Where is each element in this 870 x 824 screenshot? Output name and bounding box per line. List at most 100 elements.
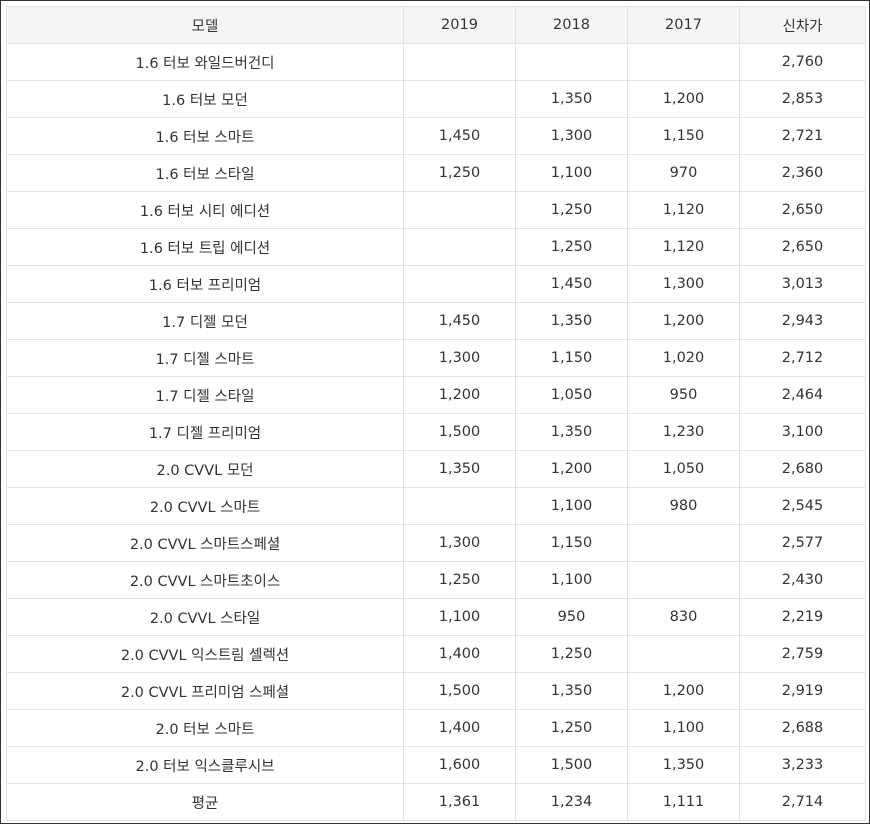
table-row: 1.7 디젤 스타일 1,200 1,050 950 2,464 <box>6 376 866 414</box>
cell-model: 1.7 디젤 프리미엄 <box>6 413 404 451</box>
table-row: 2.0 CVVL 익스트림 셀렉션 1,400 1,250 2,759 <box>6 635 866 673</box>
cell-2018: 1,250 <box>515 191 628 229</box>
cell-2019 <box>403 487 516 525</box>
cell-new-car-price: 2,650 <box>739 191 866 229</box>
cell-new-car-price: 2,760 <box>739 43 866 81</box>
cell-model: 1.7 디젤 스마트 <box>6 339 404 377</box>
cell-2018: 1,300 <box>515 117 628 155</box>
cell-2017: 1,350 <box>627 746 740 784</box>
cell-2018: 1,100 <box>515 154 628 192</box>
cell-2017: 980 <box>627 487 740 525</box>
table-row: 2.0 CVVL 프리미엄 스페셜 1,500 1,350 1,200 2,919 <box>6 672 866 710</box>
cell-new-car-price: 2,721 <box>739 117 866 155</box>
cell-2017: 1,150 <box>627 117 740 155</box>
cell-2019: 1,100 <box>403 598 516 636</box>
cell-2018: 1,350 <box>515 672 628 710</box>
cell-2017: 1,020 <box>627 339 740 377</box>
cell-2017: 1,100 <box>627 709 740 747</box>
cell-2018: 1,350 <box>515 302 628 340</box>
cell-2017: 950 <box>627 376 740 414</box>
cell-2017: 1,120 <box>627 228 740 266</box>
cell-2018: 1,350 <box>515 413 628 451</box>
header-2017: 2017 <box>627 6 740 44</box>
cell-new-car-price: 3,233 <box>739 746 866 784</box>
cell-model: 1.6 터보 와일드버건디 <box>6 43 404 81</box>
cell-2019 <box>403 191 516 229</box>
cell-new-car-price: 2,430 <box>739 561 866 599</box>
cell-2019 <box>403 228 516 266</box>
cell-2018: 1,100 <box>515 487 628 525</box>
cell-2017: 970 <box>627 154 740 192</box>
table-row: 2.0 CVVL 스마트 1,100 980 2,545 <box>6 487 866 525</box>
cell-2019: 1,500 <box>403 413 516 451</box>
cell-2019: 1,350 <box>403 450 516 488</box>
cell-new-car-price: 2,688 <box>739 709 866 747</box>
cell-2018: 1,350 <box>515 80 628 118</box>
header-2018: 2018 <box>515 6 628 44</box>
table-row: 2.0 터보 익스클루시브 1,600 1,500 1,350 3,233 <box>6 746 866 784</box>
cell-model: 2.0 CVVL 스마트 <box>6 487 404 525</box>
table-row: 평균 1,361 1,234 1,111 2,714 <box>6 783 866 821</box>
cell-2017: 1,120 <box>627 191 740 229</box>
cell-new-car-price: 2,712 <box>739 339 866 377</box>
cell-2017: 1,200 <box>627 302 740 340</box>
cell-model: 1.6 터보 스타일 <box>6 154 404 192</box>
cell-2018: 1,100 <box>515 561 628 599</box>
cell-model: 2.0 CVVL 스마트스페셜 <box>6 524 404 562</box>
cell-2017 <box>627 524 740 562</box>
cell-new-car-price: 2,464 <box>739 376 866 414</box>
cell-2018: 1,250 <box>515 635 628 673</box>
cell-2019: 1,500 <box>403 672 516 710</box>
cell-model: 1.6 터보 모던 <box>6 80 404 118</box>
header-model: 모델 <box>6 6 404 44</box>
cell-2019: 1,300 <box>403 339 516 377</box>
price-table: 모델 2019 2018 2017 신차가 1.6 터보 와일드버건디 2,760… <box>6 6 866 821</box>
cell-2017: 1,200 <box>627 80 740 118</box>
cell-2017: 1,230 <box>627 413 740 451</box>
cell-new-car-price: 2,219 <box>739 598 866 636</box>
table-row: 1.6 터보 스타일 1,250 1,100 970 2,360 <box>6 154 866 192</box>
cell-new-car-price: 2,853 <box>739 80 866 118</box>
table-row: 1.6 터보 모던 1,350 1,200 2,853 <box>6 80 866 118</box>
table-body: 1.6 터보 와일드버건디 2,760 1.6 터보 모던 1,350 1,200 2,8… <box>6 43 866 821</box>
cell-new-car-price: 2,680 <box>739 450 866 488</box>
cell-2017: 1,050 <box>627 450 740 488</box>
cell-2019: 1,361 <box>403 783 516 821</box>
cell-new-car-price: 2,943 <box>739 302 866 340</box>
cell-2018: 1,250 <box>515 228 628 266</box>
cell-2017: 1,300 <box>627 265 740 303</box>
table-row: 2.0 CVVL 스마트초이스 1,250 1,100 2,430 <box>6 561 866 599</box>
cell-2017 <box>627 43 740 81</box>
cell-2018: 1,500 <box>515 746 628 784</box>
header-2019: 2019 <box>403 6 516 44</box>
cell-2017: 1,111 <box>627 783 740 821</box>
cell-2018: 1,250 <box>515 709 628 747</box>
cell-model: 평균 <box>6 783 404 821</box>
cell-new-car-price: 2,545 <box>739 487 866 525</box>
cell-2019 <box>403 43 516 81</box>
cell-new-car-price: 3,100 <box>739 413 866 451</box>
cell-2019: 1,400 <box>403 635 516 673</box>
cell-2017 <box>627 561 740 599</box>
cell-model: 2.0 CVVL 모던 <box>6 450 404 488</box>
cell-2019 <box>403 80 516 118</box>
cell-new-car-price: 2,650 <box>739 228 866 266</box>
cell-2018: 1,150 <box>515 524 628 562</box>
cell-2019: 1,450 <box>403 302 516 340</box>
cell-model: 2.0 터보 익스클루시브 <box>6 746 404 784</box>
cell-2018: 1,450 <box>515 265 628 303</box>
cell-new-car-price: 2,577 <box>739 524 866 562</box>
cell-new-car-price: 3,013 <box>739 265 866 303</box>
header-row: 모델 2019 2018 2017 신차가 <box>6 6 866 44</box>
cell-2018: 1,234 <box>515 783 628 821</box>
cell-2018: 1,150 <box>515 339 628 377</box>
table-row: 1.6 터보 와일드버건디 2,760 <box>6 43 866 81</box>
cell-2018: 950 <box>515 598 628 636</box>
cell-model: 1.6 터보 스마트 <box>6 117 404 155</box>
cell-2019: 1,250 <box>403 561 516 599</box>
cell-model: 1.6 터보 트립 에디션 <box>6 228 404 266</box>
table-row: 2.0 터보 스마트 1,400 1,250 1,100 2,688 <box>6 709 866 747</box>
cell-2019: 1,200 <box>403 376 516 414</box>
cell-model: 1.6 터보 시티 에디션 <box>6 191 404 229</box>
cell-model: 1.7 디젤 스타일 <box>6 376 404 414</box>
